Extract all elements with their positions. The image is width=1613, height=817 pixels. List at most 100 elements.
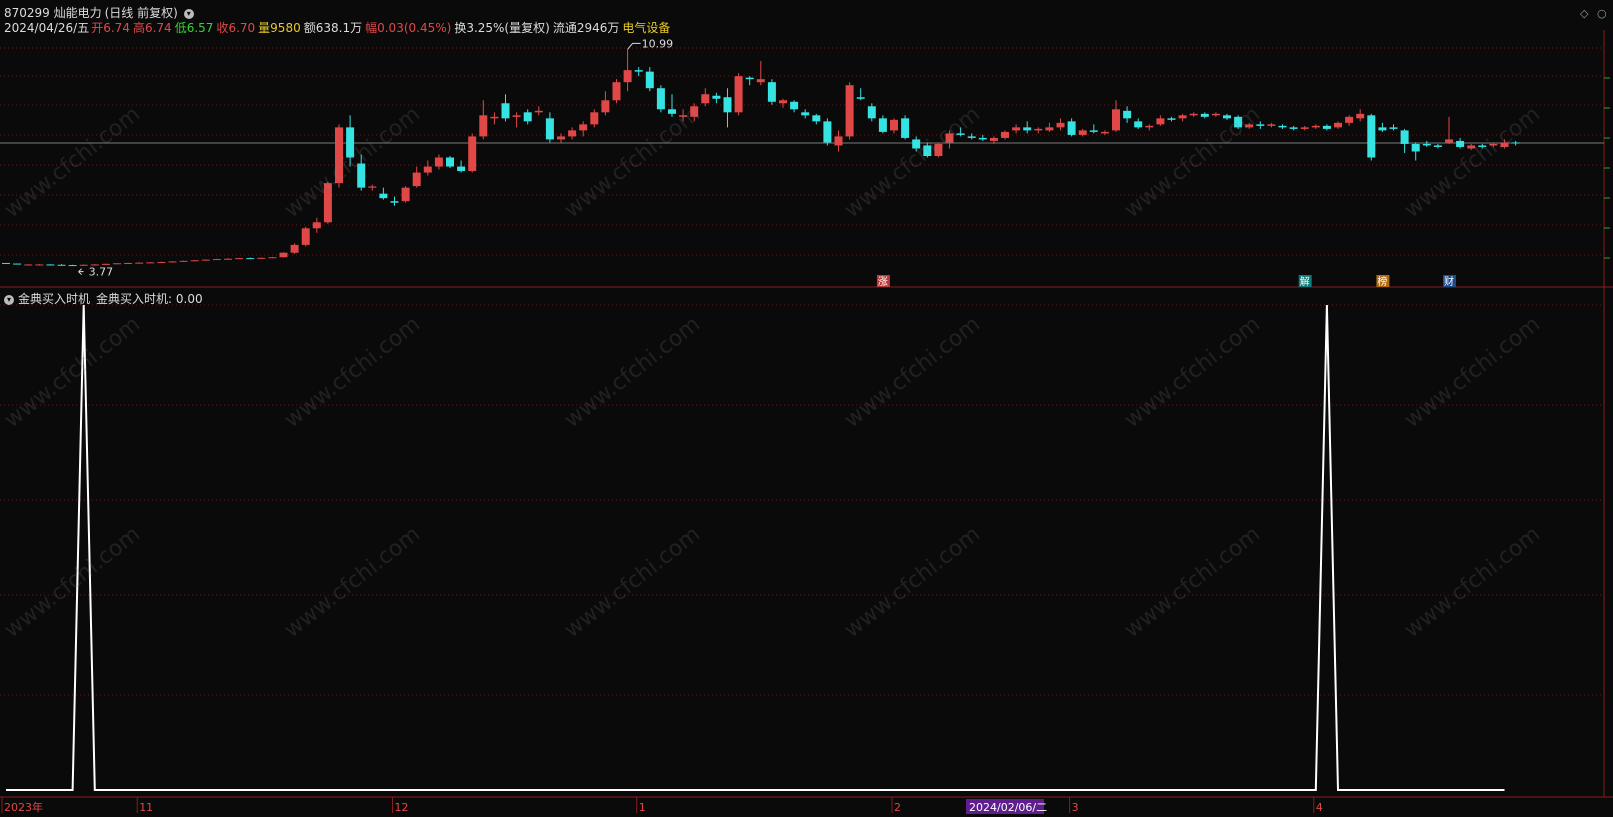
candle-body[interactable] bbox=[1178, 115, 1187, 119]
candle-body[interactable] bbox=[1200, 113, 1209, 117]
candle-body[interactable] bbox=[1167, 118, 1176, 120]
candle-body[interactable] bbox=[890, 119, 898, 131]
candle-body[interactable] bbox=[146, 262, 155, 264]
candle-body[interactable] bbox=[1433, 145, 1442, 147]
indicator-line[interactable] bbox=[6, 304, 1505, 791]
candle-body[interactable] bbox=[457, 166, 466, 172]
candle-body[interactable] bbox=[912, 139, 921, 149]
candle-body[interactable] bbox=[1400, 130, 1409, 144]
candle-body[interactable] bbox=[812, 115, 821, 122]
candle-body[interactable] bbox=[867, 106, 876, 119]
candle-body[interactable] bbox=[1289, 127, 1298, 129]
candle-body[interactable] bbox=[1345, 116, 1354, 123]
candle-body[interactable] bbox=[1367, 115, 1376, 158]
candle-body[interactable] bbox=[756, 79, 765, 83]
candle-body[interactable] bbox=[656, 88, 665, 110]
candle-body[interactable] bbox=[901, 118, 910, 138]
candle-body[interactable] bbox=[135, 262, 144, 264]
candle-body[interactable] bbox=[401, 187, 410, 202]
candle-body[interactable] bbox=[35, 264, 44, 266]
candle-body[interactable] bbox=[1145, 125, 1154, 128]
candle-body[interactable] bbox=[1311, 125, 1320, 128]
candle-body[interactable] bbox=[224, 258, 232, 260]
candle-body[interactable] bbox=[1422, 143, 1431, 146]
candle-body[interactable] bbox=[301, 228, 310, 245]
candle-body[interactable] bbox=[523, 112, 532, 122]
settings-circle-icon[interactable]: ○ bbox=[1597, 7, 1607, 20]
candle-body[interactable] bbox=[1478, 145, 1487, 147]
candle-body[interactable] bbox=[1467, 145, 1476, 149]
event-badge-label[interactable]: 财 bbox=[1444, 275, 1454, 288]
candle-body[interactable] bbox=[24, 264, 33, 266]
candle-body[interactable] bbox=[557, 136, 565, 140]
candle-body[interactable] bbox=[1456, 140, 1465, 147]
candle-body[interactable] bbox=[468, 136, 477, 172]
candle-body[interactable] bbox=[1112, 109, 1120, 131]
candle-body[interactable] bbox=[512, 115, 521, 117]
chevron-down-icon[interactable]: ▾ bbox=[183, 8, 194, 19]
candle-body[interactable] bbox=[46, 264, 55, 266]
candle-body[interactable] bbox=[1378, 127, 1387, 131]
candle-body[interactable] bbox=[545, 118, 554, 140]
candle-body[interactable] bbox=[701, 94, 710, 104]
sector-link[interactable]: 电气设备 bbox=[622, 21, 670, 35]
candle-body[interactable] bbox=[1511, 142, 1520, 144]
candle-body[interactable] bbox=[1001, 131, 1009, 138]
candle-body[interactable] bbox=[612, 82, 621, 101]
candle-body[interactable] bbox=[967, 136, 976, 138]
candle-body[interactable] bbox=[568, 130, 577, 137]
candle-body[interactable] bbox=[1189, 113, 1198, 116]
candle-body[interactable] bbox=[723, 97, 732, 113]
candle-body[interactable] bbox=[79, 264, 88, 266]
candle-body[interactable] bbox=[1356, 113, 1365, 119]
candle-body[interactable] bbox=[379, 193, 388, 199]
candle-body[interactable] bbox=[1389, 127, 1398, 129]
candle-body[interactable] bbox=[1234, 116, 1243, 128]
period-label[interactable]: (日线 前复权) bbox=[105, 6, 178, 20]
candle-body[interactable] bbox=[1089, 130, 1098, 132]
candle-body[interactable] bbox=[679, 115, 688, 117]
candle-body[interactable] bbox=[878, 118, 887, 132]
candle-body[interactable] bbox=[2, 262, 10, 264]
candle-body[interactable] bbox=[845, 85, 854, 137]
chart-canvas[interactable]: 10.993.77涨解榜财2023年 11 12 1 2 3 42024/02/06/二 bbox=[0, 0, 1613, 817]
candle-body[interactable] bbox=[1123, 110, 1132, 119]
candle-body[interactable] bbox=[1012, 127, 1021, 131]
candle-body[interactable] bbox=[734, 76, 743, 113]
candle-body[interactable] bbox=[68, 265, 77, 267]
candle-body[interactable] bbox=[1023, 127, 1032, 131]
candle-body[interactable] bbox=[1256, 124, 1265, 126]
candle-body[interactable] bbox=[945, 133, 954, 143]
candle-body[interactable] bbox=[1034, 128, 1043, 131]
candle-body[interactable] bbox=[923, 145, 932, 156]
candle-body[interactable] bbox=[690, 106, 699, 117]
candle-body[interactable] bbox=[601, 100, 610, 113]
candle-body[interactable] bbox=[335, 127, 343, 184]
event-badge-label[interactable]: 榜 bbox=[1377, 275, 1387, 288]
candle-body[interactable] bbox=[279, 252, 288, 258]
candle-body[interactable] bbox=[157, 262, 166, 264]
candle-body[interactable] bbox=[1211, 113, 1220, 116]
candle-body[interactable] bbox=[834, 136, 843, 146]
candle-body[interactable] bbox=[357, 163, 366, 188]
candle-body[interactable] bbox=[590, 112, 599, 125]
candle-body[interactable] bbox=[989, 137, 998, 141]
candle-body[interactable] bbox=[1267, 124, 1276, 126]
indicator-name[interactable]: 金典买入时机 bbox=[18, 292, 90, 306]
candle-body[interactable] bbox=[645, 71, 654, 89]
candle-body[interactable] bbox=[823, 121, 832, 143]
candle-body[interactable] bbox=[1045, 127, 1054, 131]
stock-code-name[interactable]: 870299 灿能电力 bbox=[4, 6, 102, 20]
candle-body[interactable] bbox=[290, 244, 299, 253]
candle-body[interactable] bbox=[312, 222, 321, 229]
candle-body[interactable] bbox=[246, 258, 255, 260]
candle-body[interactable] bbox=[479, 115, 488, 137]
candle-body[interactable] bbox=[257, 257, 266, 259]
candle-body[interactable] bbox=[268, 257, 277, 259]
candle-body[interactable] bbox=[1067, 121, 1076, 135]
event-badge-label[interactable]: 涨 bbox=[878, 276, 888, 288]
candle-body[interactable] bbox=[579, 124, 588, 131]
candle-body[interactable] bbox=[57, 264, 66, 266]
candle-body[interactable] bbox=[346, 127, 355, 158]
candle-body[interactable] bbox=[1134, 121, 1143, 128]
